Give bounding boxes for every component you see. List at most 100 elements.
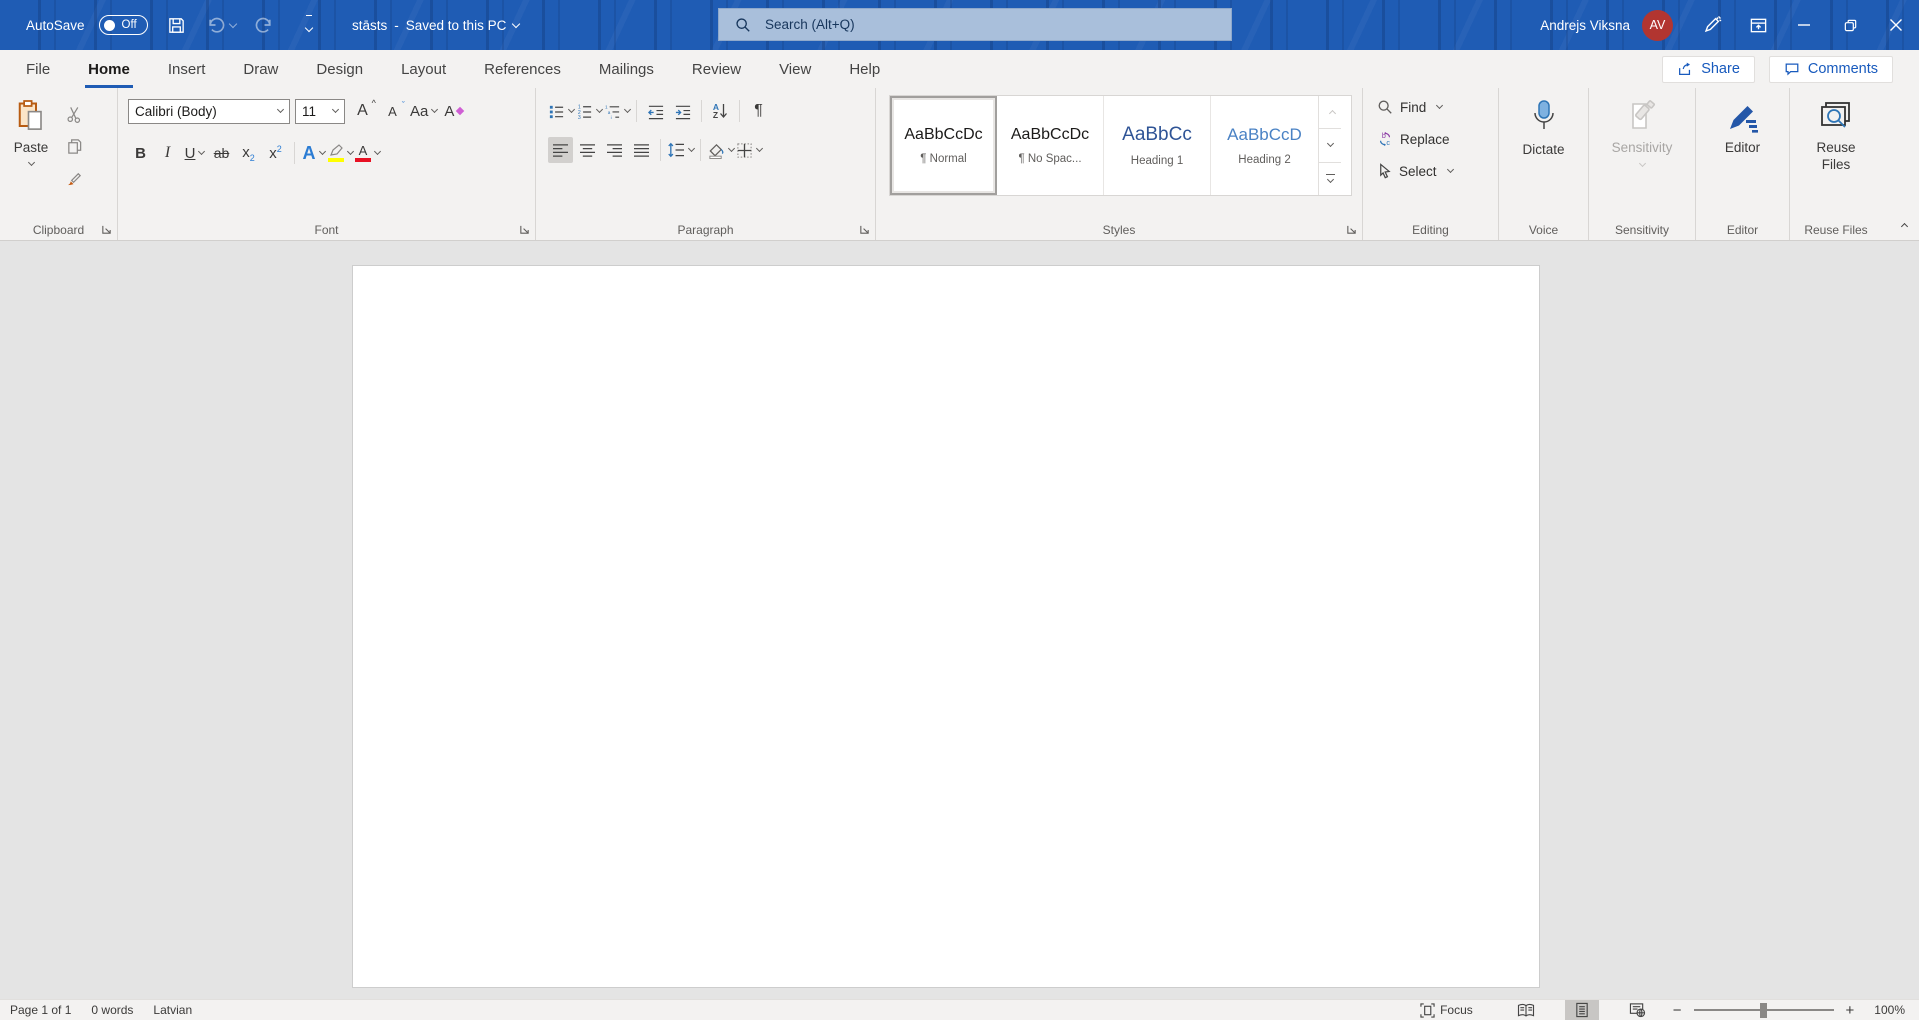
tab-design[interactable]: Design [297, 50, 382, 88]
align-left-button[interactable] [548, 137, 573, 163]
whats-new-button[interactable] [1689, 0, 1735, 50]
comments-button[interactable]: Comments [1768, 55, 1893, 83]
avatar[interactable]: AV [1642, 9, 1673, 41]
line-spacing-button[interactable] [667, 137, 696, 163]
change-case-button[interactable]: Aa [410, 98, 439, 124]
decrease-indent-button[interactable] [643, 98, 668, 124]
font-size-select[interactable]: 11 [295, 98, 345, 124]
autosave-toggle[interactable]: Off [98, 15, 148, 35]
tab-view[interactable]: View [760, 50, 830, 88]
restore-button[interactable] [1827, 0, 1873, 50]
share-button[interactable]: Share [1662, 55, 1755, 83]
quick-access-toolbar-button[interactable] [294, 8, 324, 42]
user-name[interactable]: Andrejs Viksna [1540, 18, 1630, 33]
align-center-button[interactable] [575, 137, 600, 163]
document-page[interactable] [352, 265, 1540, 988]
highlight-color-button[interactable] [328, 140, 355, 166]
style-heading-2[interactable]: AaBbCcD Heading 2 [1211, 96, 1318, 195]
styles-dialog-launcher[interactable] [1346, 224, 1357, 235]
search-box[interactable] [718, 8, 1232, 41]
shading-button[interactable] [707, 137, 736, 163]
svg-text:3: 3 [578, 115, 581, 120]
document-canvas[interactable] [0, 242, 1919, 999]
paragraph-dialog-launcher[interactable] [859, 224, 870, 235]
collapse-ribbon-button[interactable] [1898, 216, 1909, 234]
minimize-button[interactable] [1781, 0, 1827, 50]
tab-draw[interactable]: Draw [224, 50, 297, 88]
underline-button[interactable]: U [182, 140, 207, 166]
strikethrough-button[interactable]: ab [209, 140, 234, 166]
zoom-percentage[interactable]: 100% [1858, 1000, 1919, 1020]
cut-button[interactable] [62, 101, 87, 127]
style-normal[interactable]: AaBbCcDc ¶ Normal [890, 96, 997, 195]
zoom-slider-handle[interactable] [1759, 1003, 1767, 1018]
save-button[interactable] [162, 8, 192, 42]
reuse-files-button[interactable]: Reuse Files [1790, 88, 1882, 174]
clipboard-dialog-launcher[interactable] [101, 224, 112, 235]
line-spacing-icon [668, 142, 684, 158]
styles-scroll-up-button[interactable] [1319, 96, 1341, 128]
justify-button[interactable] [629, 137, 654, 163]
redo-button[interactable] [250, 8, 280, 42]
zoom-in-button[interactable]: + [1842, 1002, 1859, 1019]
word-count[interactable]: 0 words [81, 1000, 143, 1020]
dictate-button[interactable]: Dictate [1499, 88, 1588, 159]
paste-button[interactable]: Paste [0, 88, 62, 166]
language-indicator[interactable]: Latvian [143, 1000, 202, 1020]
styles-gallery: AaBbCcDc ¶ Normal AaBbCcDc ¶ No Spac... … [889, 95, 1352, 196]
style-no-spacing[interactable]: AaBbCcDc ¶ No Spac... [997, 96, 1104, 195]
grow-font-button[interactable]: A ^ [350, 98, 376, 124]
borders-button[interactable] [736, 137, 764, 163]
tab-insert[interactable]: Insert [149, 50, 225, 88]
zoom-out-button[interactable]: − [1669, 1002, 1686, 1019]
autosave-label: AutoSave [26, 17, 85, 33]
increase-indent-button[interactable] [670, 98, 695, 124]
undo-button[interactable] [206, 8, 237, 42]
style-heading-1[interactable]: AaBbCc Heading 1 [1104, 96, 1211, 195]
copy-button[interactable] [62, 133, 87, 159]
zoom-slider[interactable] [1693, 1000, 1834, 1020]
sort-button[interactable]: A Z [708, 98, 733, 124]
cut-icon [67, 106, 81, 123]
sort-arrow-icon [720, 104, 728, 118]
show-formatting-button[interactable]: ¶ [746, 98, 771, 124]
text-effects-button[interactable]: A [301, 140, 326, 166]
tab-review[interactable]: Review [673, 50, 760, 88]
clear-formatting-button[interactable]: A [442, 98, 467, 124]
read-mode-button[interactable] [1509, 1000, 1543, 1020]
tab-file[interactable]: File [0, 50, 69, 88]
font-name-select[interactable]: Calibri (Body) [128, 98, 290, 124]
ribbon-display-options-button[interactable] [1735, 0, 1781, 50]
superscript-button[interactable]: x2 [263, 140, 288, 166]
document-title[interactable]: stāsts - Saved to this PC [352, 0, 521, 50]
subscript-button[interactable]: x2 [236, 140, 261, 166]
tab-home[interactable]: Home [69, 50, 149, 88]
select-button[interactable]: Select [1377, 158, 1498, 184]
shrink-font-button[interactable]: Aˇ [380, 98, 405, 124]
format-painter-button[interactable] [62, 165, 87, 191]
multilevel-list-button[interactable]: 1ai [604, 98, 632, 124]
search-input[interactable] [765, 17, 1165, 32]
web-layout-button[interactable] [1621, 1000, 1655, 1020]
tab-references[interactable]: References [465, 50, 580, 88]
replace-button[interactable]: bc Replace [1377, 126, 1498, 152]
editor-button[interactable]: Editor [1696, 88, 1789, 157]
close-button[interactable] [1873, 0, 1919, 50]
numbering-button[interactable]: 123 [576, 98, 604, 124]
styles-scroll-down-button[interactable] [1319, 128, 1341, 163]
font-color-button[interactable]: A [355, 140, 382, 166]
align-right-button[interactable] [602, 137, 627, 163]
bullets-button[interactable] [548, 98, 576, 124]
bold-button[interactable]: B [128, 140, 153, 166]
styles-gallery-more-button[interactable] [1319, 163, 1341, 195]
svg-text:c: c [1386, 139, 1390, 147]
tab-mailings[interactable]: Mailings [580, 50, 673, 88]
find-button[interactable]: Find [1377, 94, 1498, 120]
print-layout-button[interactable] [1564, 1000, 1599, 1020]
focus-mode-button[interactable]: Focus [1410, 1000, 1483, 1020]
italic-button[interactable]: I [155, 140, 180, 166]
page-indicator[interactable]: Page 1 of 1 [0, 1000, 81, 1020]
tab-help[interactable]: Help [830, 50, 899, 88]
font-dialog-launcher[interactable] [519, 224, 530, 235]
tab-layout[interactable]: Layout [382, 50, 465, 88]
